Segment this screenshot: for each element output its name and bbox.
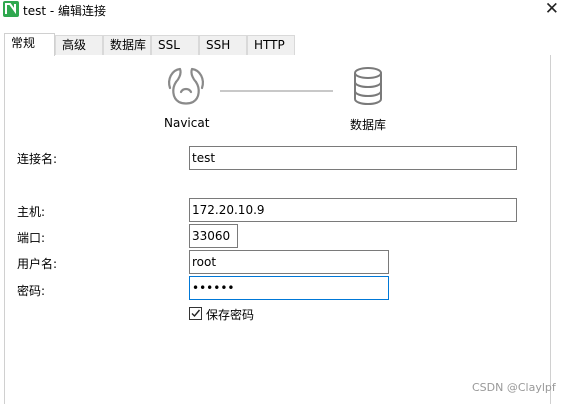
watermark: CSDN @Claylpf xyxy=(472,381,556,394)
username-input[interactable]: root xyxy=(189,250,389,274)
host-input[interactable]: 172.20.10.9 xyxy=(189,198,517,222)
close-icon[interactable]: ✕ xyxy=(545,0,559,19)
tab-ssh[interactable]: SSH xyxy=(199,35,247,55)
title-bar: test - 编辑连接 ✕ xyxy=(0,0,573,22)
port-input[interactable]: 33060 xyxy=(189,224,238,248)
save-password-checkbox[interactable] xyxy=(189,307,202,320)
host-label: 主机: xyxy=(17,205,46,219)
tab-bar: 常规 高级 数据库 SSL SSH HTTP xyxy=(0,33,573,56)
general-panel xyxy=(4,55,551,404)
password-input[interactable]: •••••• xyxy=(189,276,389,300)
connection-name-label: 连接名: xyxy=(17,152,58,166)
window-title: test - 编辑连接 xyxy=(23,4,107,18)
tab-advanced[interactable]: 高级 xyxy=(55,35,103,55)
password-label: 密码: xyxy=(17,284,46,298)
navicat-label: Navicat xyxy=(164,116,210,130)
tab-databases[interactable]: 数据库 xyxy=(103,35,151,55)
tab-http[interactable]: HTTP xyxy=(247,35,295,55)
port-label: 端口: xyxy=(17,231,46,245)
database-icon xyxy=(352,66,384,106)
username-label: 用户名: xyxy=(17,257,58,271)
database-label: 数据库 xyxy=(350,118,387,132)
checkmark-icon xyxy=(191,309,201,318)
navicat-icon xyxy=(164,66,208,106)
tab-ssl[interactable]: SSL xyxy=(151,35,199,55)
navicat-app-icon xyxy=(3,1,19,17)
connection-line xyxy=(220,90,333,92)
save-password-label[interactable]: 保存密码 xyxy=(206,306,254,323)
tab-general[interactable]: 常规 xyxy=(4,33,55,56)
connection-name-input[interactable]: test xyxy=(189,146,517,170)
